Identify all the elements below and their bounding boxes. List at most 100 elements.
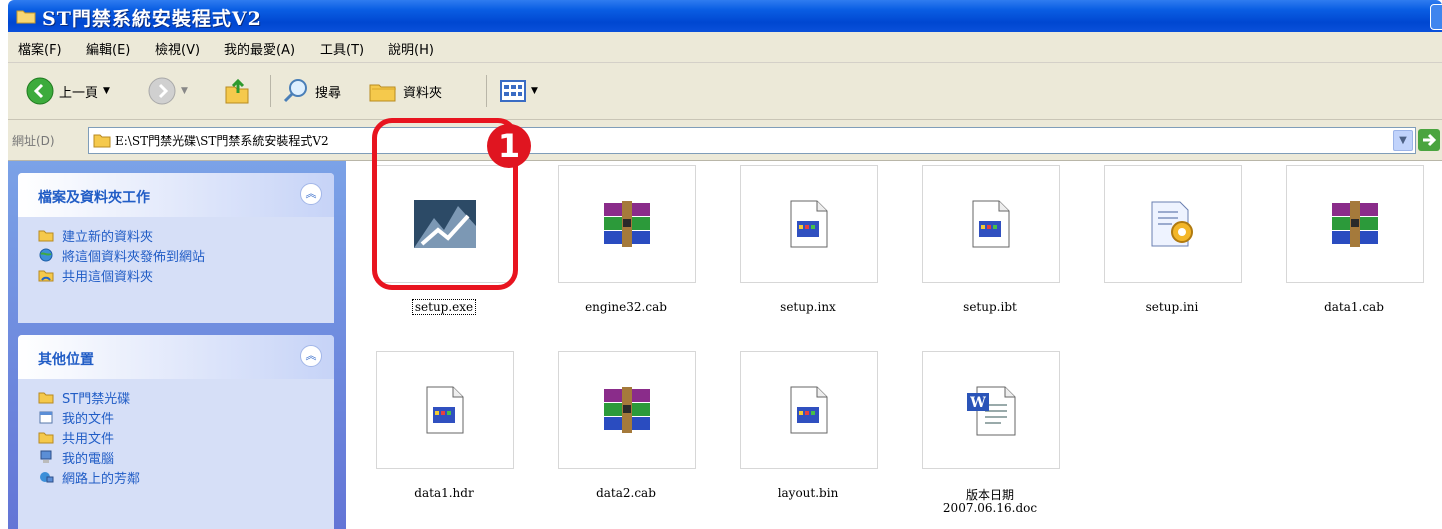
up-folder-button[interactable] bbox=[224, 77, 250, 105]
title-bar[interactable]: ST門禁系統安裝程式V2 bbox=[8, 0, 1442, 32]
menu-favorites[interactable]: 我的最愛(A) bbox=[224, 39, 295, 58]
forward-dropdown-icon[interactable]: ▼ bbox=[181, 86, 188, 96]
task-label: 共用這個資料夾 bbox=[62, 269, 154, 285]
menu-edit[interactable]: 編輯(E) bbox=[86, 39, 130, 58]
svg-text:W: W bbox=[969, 395, 986, 411]
address-input[interactable]: E:\ST門禁光碟\ST門禁系統安裝程式V2 ▼ bbox=[88, 127, 1416, 154]
search-button[interactable]: 搜尋 bbox=[282, 77, 341, 105]
file-item[interactable] bbox=[740, 351, 878, 469]
back-arrow-icon bbox=[26, 77, 54, 105]
menu-view[interactable]: 檢視(V) bbox=[155, 39, 200, 58]
file-name: data1.hdr bbox=[414, 486, 474, 500]
file-name: engine32.cab bbox=[585, 300, 667, 314]
file-name: data2.cab bbox=[596, 486, 656, 500]
file-item[interactable] bbox=[1286, 165, 1424, 283]
task-label: 將這個資料夾發佈到網站 bbox=[62, 249, 206, 265]
back-label: 上一頁 bbox=[59, 85, 99, 101]
address-label: 網址(D) bbox=[12, 134, 55, 148]
other-places-panel: 其他位置 ︽ ST門禁光碟 我的文件 共用文件 我的電腦 網路上的芳鄰 bbox=[18, 335, 334, 529]
toolbar: 上一頁 ▼ ▼ 搜尋 資料夾 ▼ bbox=[8, 63, 1442, 120]
minimize-button[interactable] bbox=[1430, 4, 1442, 30]
folders-button[interactable]: 資料夾 bbox=[368, 77, 442, 105]
file-item[interactable]: W bbox=[922, 351, 1060, 469]
panel-header[interactable]: 檔案及資料夾工作 ︽ bbox=[18, 173, 334, 217]
views-dropdown-icon[interactable]: ▼ bbox=[531, 86, 538, 96]
generic-file-icon bbox=[426, 386, 464, 434]
menu-help[interactable]: 說明(H) bbox=[388, 39, 434, 58]
winrar-archive-icon bbox=[1332, 201, 1378, 247]
menu-bar: 檔案(F) 編輯(E) 檢視(V) 我的最愛(A) 工具(T) 說明(H) bbox=[8, 32, 1442, 63]
task-new-folder[interactable]: 建立新的資料夾 bbox=[18, 225, 334, 245]
file-item[interactable] bbox=[740, 165, 878, 283]
folder-icon bbox=[38, 432, 54, 444]
my-documents-icon bbox=[39, 411, 53, 424]
file-name: setup.inx bbox=[780, 300, 836, 314]
file-item[interactable] bbox=[558, 351, 696, 469]
address-path: E:\ST門禁光碟\ST門禁系統安裝程式V2 bbox=[115, 134, 329, 148]
file-name: setup.exe bbox=[364, 299, 524, 315]
globe-icon bbox=[39, 248, 53, 262]
folders-label: 資料夾 bbox=[403, 85, 443, 101]
toolbar-separator bbox=[486, 75, 487, 107]
panel-title: 檔案及資料夾工作 bbox=[38, 190, 150, 206]
place-my-computer[interactable]: 我的電腦 bbox=[18, 447, 334, 467]
go-button[interactable] bbox=[1418, 129, 1440, 151]
views-button[interactable]: ▼ bbox=[500, 79, 538, 103]
config-settings-icon bbox=[1151, 201, 1193, 247]
search-label: 搜尋 bbox=[315, 85, 342, 101]
collapse-chevron-icon[interactable]: ︽ bbox=[300, 183, 322, 205]
file-item[interactable] bbox=[1104, 165, 1242, 283]
menu-file[interactable]: 檔案(F) bbox=[18, 39, 62, 58]
folders-icon bbox=[369, 84, 396, 102]
back-button[interactable]: 上一頁 ▼ bbox=[26, 77, 110, 105]
file-item[interactable] bbox=[376, 351, 514, 469]
folder-icon bbox=[93, 134, 111, 148]
menu-tools[interactable]: 工具(T) bbox=[320, 39, 364, 58]
toolbar-separator bbox=[270, 75, 271, 107]
file-name: data1.cab bbox=[1324, 300, 1384, 314]
address-dropdown-icon[interactable]: ▼ bbox=[1393, 130, 1413, 151]
place-label: 我的文件 bbox=[62, 411, 115, 427]
forward-arrow-icon bbox=[148, 77, 176, 105]
network-places-icon bbox=[40, 472, 54, 483]
place-st-cd[interactable]: ST門禁光碟 bbox=[18, 387, 334, 407]
explorer-window: ST門禁系統安裝程式V2 檔案(F) 編輯(E) 檢視(V) 我的最愛(A) 工… bbox=[8, 0, 1442, 529]
shared-folder-icon bbox=[38, 270, 54, 282]
file-item[interactable] bbox=[558, 165, 696, 283]
go-arrow-icon bbox=[1423, 133, 1437, 147]
panel-title: 其他位置 bbox=[38, 352, 94, 368]
file-name: 版本日期 2007.06.16.doc bbox=[942, 488, 1038, 515]
address-bar: 網址(D) E:\ST門禁光碟\ST門禁系統安裝程式V2 ▼ bbox=[8, 120, 1442, 161]
task-share-folder[interactable]: 共用這個資料夾 bbox=[18, 265, 334, 285]
folder-icon bbox=[38, 392, 54, 404]
back-dropdown-icon[interactable]: ▼ bbox=[103, 86, 110, 96]
collapse-chevron-icon[interactable]: ︽ bbox=[300, 345, 322, 367]
place-label: 共用文件 bbox=[62, 431, 115, 447]
file-name: layout.bin bbox=[777, 486, 839, 500]
word-document-icon: W bbox=[967, 386, 1016, 436]
place-label: 我的電腦 bbox=[62, 451, 115, 467]
generic-file-icon bbox=[790, 386, 828, 434]
generic-file-icon bbox=[790, 200, 828, 248]
my-computer-icon bbox=[40, 450, 52, 463]
panel-header[interactable]: 其他位置 ︽ bbox=[18, 335, 334, 379]
file-name: setup.ibt bbox=[963, 300, 1017, 314]
annotation-step-number: 1 bbox=[487, 124, 531, 168]
search-icon bbox=[283, 79, 307, 103]
place-shared-documents[interactable]: 共用文件 bbox=[18, 427, 334, 447]
winrar-archive-icon bbox=[604, 387, 650, 433]
place-my-documents[interactable]: 我的文件 bbox=[18, 407, 334, 427]
place-network[interactable]: 網路上的芳鄰 bbox=[18, 467, 334, 487]
place-label: ST門禁光碟 bbox=[62, 391, 131, 407]
file-name: setup.ini bbox=[1145, 300, 1199, 314]
task-pane: 檔案及資料夾工作 ︽ 建立新的資料夾 將這個資料夾發佈到網站 共用這個資料夾 其… bbox=[8, 161, 346, 529]
file-item[interactable] bbox=[922, 165, 1060, 283]
up-folder-icon bbox=[225, 78, 249, 104]
views-grid-icon bbox=[500, 80, 526, 102]
task-publish-web[interactable]: 將這個資料夾發佈到網站 bbox=[18, 245, 334, 265]
file-folder-tasks-panel: 檔案及資料夾工作 ︽ 建立新的資料夾 將這個資料夾發佈到網站 共用這個資料夾 bbox=[18, 173, 334, 323]
place-label: 網路上的芳鄰 bbox=[62, 471, 141, 487]
forward-button[interactable]: ▼ bbox=[148, 77, 188, 105]
window-title: ST門禁系統安裝程式V2 bbox=[42, 8, 262, 30]
new-folder-icon bbox=[38, 230, 54, 242]
